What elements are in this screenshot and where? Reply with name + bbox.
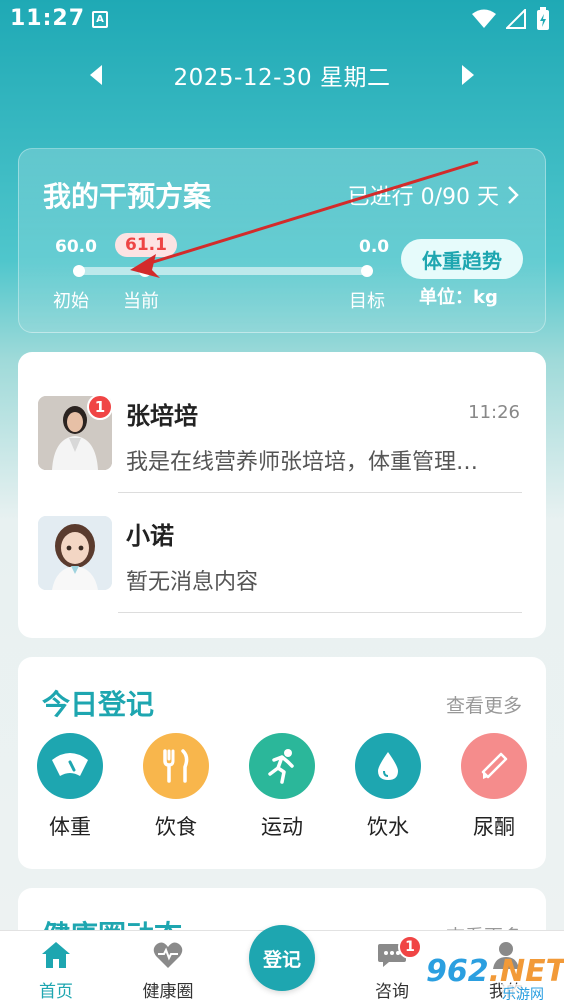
nav-health-circle[interactable]: 健康圈 <box>128 941 208 1002</box>
current-label: 当前 <box>123 291 159 312</box>
unit-label: 单位：kg <box>419 287 498 308</box>
nav-home-label: 首页 <box>39 982 73 1002</box>
unread-badge: 1 <box>87 394 113 420</box>
plan-title: 我的干预方案 <box>43 180 212 213</box>
intervention-plan-card[interactable]: 我的干预方案 已进行 0/90 天 60.0 61.1 0.0 初始 当前 目标… <box>18 148 546 333</box>
log-water-label: 饮水 <box>367 815 409 839</box>
log-diet-label: 饮食 <box>155 815 197 839</box>
avatar <box>38 516 112 590</box>
heart-pulse-icon <box>153 942 183 968</box>
target-label: 目标 <box>349 291 385 312</box>
today-log-card: 今日登记 查看更多 体重 饮食 运动 饮水 尿酮 <box>18 657 546 869</box>
log-ketone-label: 尿酮 <box>473 815 515 839</box>
weight-progress-track <box>75 267 369 275</box>
fork-knife-icon <box>143 733 209 799</box>
triangle-left-icon <box>90 65 102 85</box>
chat-item[interactable]: 1 张培培 11:26 我是在线营养师张培培，体重管理… <box>18 352 546 475</box>
nav-consult-label: 咨询 <box>375 982 409 1002</box>
consult-badge: 1 <box>398 935 422 959</box>
log-weight-label: 体重 <box>49 815 91 839</box>
battery-icon <box>537 7 549 30</box>
scale-icon <box>37 733 103 799</box>
chat-list-card: 1 张培培 11:26 我是在线营养师张培培，体重管理… 小诺 暂无消息内容 <box>18 352 546 638</box>
current-marker <box>139 265 151 277</box>
initial-marker <box>73 265 85 277</box>
nav-consult[interactable]: 1 咨询 <box>352 935 432 1002</box>
target-marker <box>361 265 373 277</box>
next-day-button[interactable] <box>454 62 480 88</box>
running-icon <box>249 733 315 799</box>
today-title: 今日登记 <box>42 688 155 721</box>
status-bar: 11:27 A <box>0 0 564 40</box>
chat-time: 11:26 <box>468 402 520 423</box>
watermark-sub: 乐游网 <box>502 984 544 1004</box>
target-weight-value: 0.0 <box>359 237 390 257</box>
notification-icon: A <box>92 11 108 28</box>
chat-name: 张培培 <box>126 402 198 430</box>
wifi-icon <box>472 9 496 28</box>
initial-label: 初始 <box>53 291 89 312</box>
chat-message: 我是在线营养师张培培，体重管理… <box>126 450 479 475</box>
log-water-button[interactable]: 饮水 <box>348 733 428 841</box>
log-exercise-button[interactable]: 运动 <box>242 733 322 841</box>
triangle-right-icon <box>462 65 474 85</box>
chat-item[interactable]: 小诺 暂无消息内容 <box>18 492 546 612</box>
watermark-logo: 962.NET 乐游网 <box>426 954 564 1004</box>
assistant-avatar-icon <box>38 516 112 590</box>
previous-day-button[interactable] <box>84 62 110 88</box>
water-drop-icon <box>355 733 421 799</box>
log-exercise-label: 运动 <box>261 815 303 839</box>
test-strip-icon <box>461 733 527 799</box>
log-weight-button[interactable]: 体重 <box>30 733 110 841</box>
today-more-link[interactable]: 查看更多 <box>446 691 522 718</box>
nav-home[interactable]: 首页 <box>16 941 96 1002</box>
log-diet-button[interactable]: 饮食 <box>136 733 216 841</box>
date-navigator: 2025-12-30 星期二 <box>0 52 564 98</box>
log-ketone-button[interactable]: 尿酮 <box>454 733 534 841</box>
divider <box>118 612 522 613</box>
home-icon <box>42 942 70 968</box>
chat-message: 暂无消息内容 <box>126 570 259 595</box>
current-date[interactable]: 2025-12-30 星期二 <box>174 58 391 92</box>
initial-weight-value: 60.0 <box>55 237 97 257</box>
chat-name: 小诺 <box>126 522 174 550</box>
nav-health-label: 健康圈 <box>142 982 194 1002</box>
status-icons <box>472 7 550 31</box>
weight-trend-button[interactable]: 体重趋势 <box>401 239 523 279</box>
plan-progress-text: 已进行 0/90 天 <box>347 185 499 210</box>
nav-register-button[interactable]: 登记 <box>249 925 315 991</box>
current-weight-badge: 61.1 <box>115 233 177 257</box>
plan-progress-link[interactable]: 已进行 0/90 天 <box>348 179 519 211</box>
signal-icon <box>506 9 526 29</box>
status-time: 11:27 <box>10 6 86 31</box>
chevron-right-icon <box>508 186 519 204</box>
